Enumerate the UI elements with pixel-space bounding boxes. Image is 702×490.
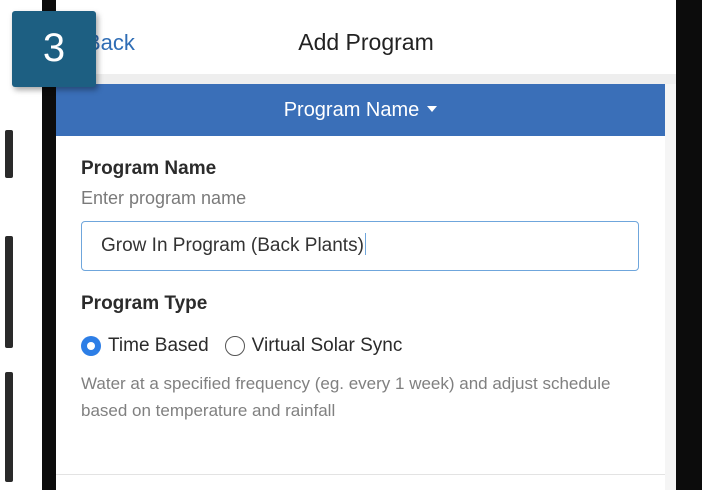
program-type-description: Water at a specified frequency (eg. ever…: [81, 374, 611, 420]
section-header-label: Program Name: [283, 99, 420, 121]
section-divider: [56, 474, 665, 475]
phone-side-button-1: [5, 130, 13, 178]
phone-side-button-2: [5, 236, 13, 348]
program-type-label: Program Type: [81, 293, 208, 314]
phone-bezel-right: [676, 0, 702, 490]
program-name-input[interactable]: Grow In Program (Back Plants): [81, 221, 639, 271]
phone-screen: Back Add Program Program Name Program Na…: [56, 0, 676, 490]
program-name-label: Program Name: [81, 158, 217, 179]
nav-separator: [56, 74, 676, 84]
phone-side-button-3: [5, 372, 13, 482]
text-cursor: [364, 232, 367, 255]
program-type-options: Time Based Virtual Solar Sync: [81, 334, 418, 358]
program-name-value: Grow In Program (Back Plants): [101, 235, 364, 256]
radio-time-based[interactable]: [81, 336, 101, 356]
program-name-section-toggle[interactable]: Program Name: [56, 84, 665, 136]
radio-virtual-solar-sync-label[interactable]: Virtual Solar Sync: [252, 335, 403, 357]
page-title: Add Program: [298, 29, 434, 55]
navigation-bar: Back Add Program: [56, 0, 676, 74]
caret-down-icon: [427, 105, 438, 112]
radio-time-based-label[interactable]: Time Based: [108, 335, 209, 357]
program-form: Program Name Enter program name Grow In …: [56, 136, 665, 490]
step-number-badge: 3: [12, 11, 96, 87]
program-name-helper: Enter program name: [81, 188, 247, 208]
scroll-gutter: [665, 84, 676, 490]
radio-virtual-solar-sync[interactable]: [224, 336, 245, 356]
